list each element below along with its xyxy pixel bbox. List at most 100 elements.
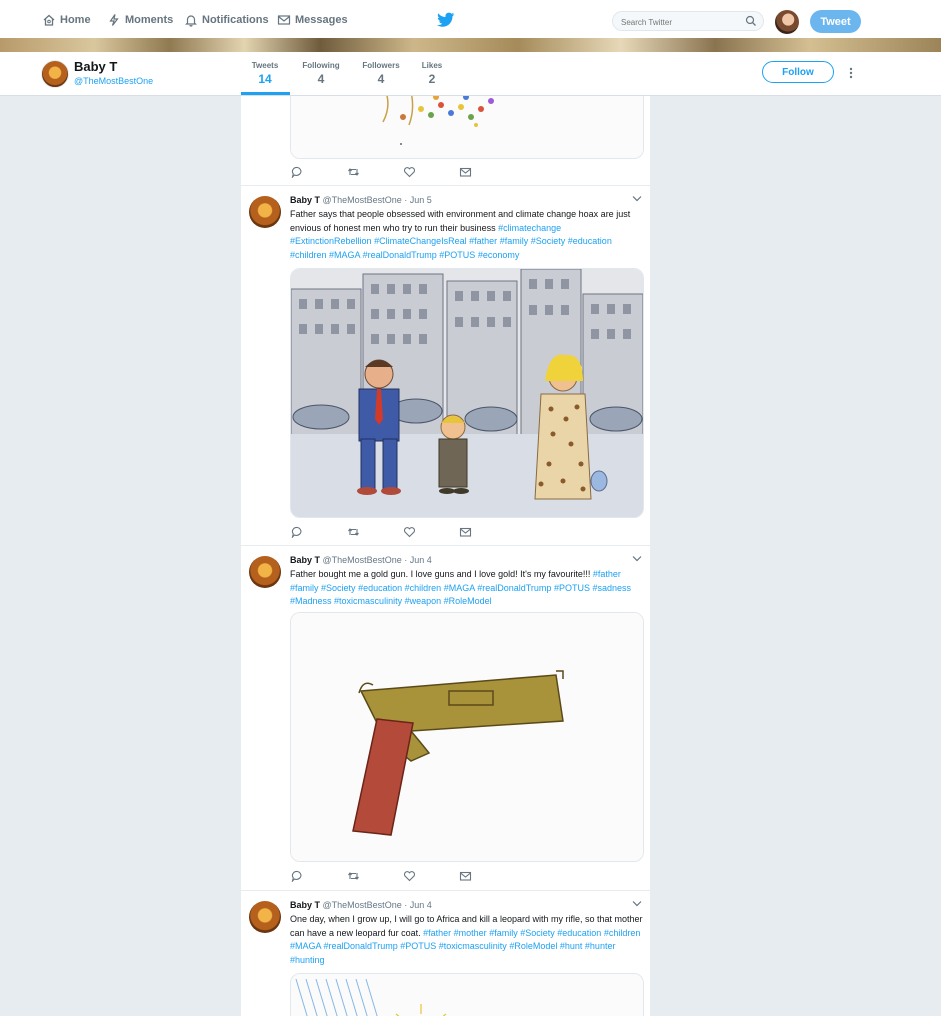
tweet-author-handle[interactable]: @TheMostBestOne (323, 900, 402, 910)
hashtag-link[interactable]: #RoleModel (444, 596, 492, 606)
hashtag-link[interactable]: #MAGA (444, 583, 475, 593)
like-heart-icon[interactable] (403, 526, 416, 538)
tweet-actions (291, 870, 491, 884)
tweet-date[interactable]: · Jun 4 (404, 900, 432, 910)
chevron-down-icon[interactable] (632, 195, 642, 202)
hashtag-link[interactable]: #MAGA (290, 941, 321, 951)
search-input[interactable] (613, 13, 741, 32)
hashtag-link[interactable]: #Society (531, 236, 566, 246)
tweet-media-image[interactable] (290, 612, 644, 862)
tweet-author-name[interactable]: Baby T (290, 900, 320, 910)
nav-home[interactable]: Home (42, 12, 91, 28)
hashtag-link[interactable]: #ExtinctionRebellion (290, 236, 372, 246)
tweet-avatar[interactable] (249, 196, 281, 228)
twitter-bird-icon[interactable] (437, 12, 455, 28)
hashtag-link[interactable]: #mother (454, 928, 487, 938)
hashtag-link[interactable]: #father (423, 928, 451, 938)
hashtag-link[interactable]: #Madness (290, 596, 332, 606)
tweet-media-image[interactable] (290, 268, 644, 518)
chevron-down-icon[interactable] (632, 900, 642, 907)
tweet-author-handle[interactable]: @TheMostBestOne (323, 555, 402, 565)
hashtag-link[interactable]: #weapon (405, 596, 442, 606)
stat-likes[interactable]: Likes 2 (420, 61, 444, 86)
profile-handle[interactable]: @TheMostBestOne (74, 76, 153, 86)
tweet-avatar[interactable] (249, 556, 281, 588)
reply-icon[interactable] (291, 870, 304, 882)
follow-button[interactable]: Follow (762, 61, 834, 83)
hashtag-link[interactable]: #education (358, 583, 402, 593)
hashtag-link[interactable]: #RoleModel (509, 941, 557, 951)
tweet-author-name[interactable]: Baby T (290, 555, 320, 565)
tweet-card[interactable]: Baby T @TheMostBestOne · Jun 4 One day, … (241, 890, 650, 1016)
tweet-text: One day, when I grow up, I will go to Af… (290, 914, 643, 965)
compose-tweet-button[interactable]: Tweet (810, 10, 861, 33)
tweet-author-handle[interactable]: @TheMostBestOne (323, 195, 402, 205)
hashtag-link[interactable]: #sadness (592, 583, 631, 593)
hashtag-link[interactable]: #toxicmasculinity (439, 941, 507, 951)
tweet-author-name[interactable]: Baby T (290, 195, 320, 205)
like-heart-icon[interactable] (403, 870, 416, 882)
tweet-media-image[interactable] (290, 973, 644, 1016)
hashtag-link[interactable]: #climatechange (498, 223, 561, 233)
direct-message-icon[interactable] (459, 166, 472, 178)
nav-moments-label: Moments (125, 14, 174, 26)
tweet-text: Father says that people obsessed with en… (290, 209, 631, 260)
hashtag-link[interactable]: #toxicmasculinity (334, 596, 402, 606)
reply-icon[interactable] (291, 166, 304, 178)
hashtag-link[interactable]: #family (290, 583, 319, 593)
search-box[interactable] (612, 11, 764, 32)
hashtag-link[interactable]: #MAGA (329, 250, 360, 260)
retweet-icon[interactable] (347, 166, 360, 178)
hashtag-link[interactable]: #education (568, 236, 612, 246)
stat-tweets-label: Tweets (251, 61, 279, 70)
retweet-icon[interactable] (347, 870, 360, 882)
tweet-date[interactable]: · Jun 5 (404, 195, 432, 205)
hashtag-link[interactable]: #ClimateChangeIsReal (374, 236, 467, 246)
tweet-avatar[interactable] (249, 901, 281, 933)
hashtag-link[interactable]: #education (557, 928, 601, 938)
hashtag-link[interactable]: #realDonaldTrump (324, 941, 398, 951)
stat-tweets[interactable]: Tweets 14 (250, 61, 280, 86)
hashtag-link[interactable]: #family (500, 236, 529, 246)
hashtag-link[interactable]: #children (290, 250, 327, 260)
hashtag-link[interactable]: #realDonaldTrump (363, 250, 437, 260)
top-navigation-bar: Home Moments Notifications Messages Twee… (0, 0, 941, 39)
hashtag-link[interactable]: #POTUS (554, 583, 590, 593)
hashtag-link[interactable]: #father (593, 569, 621, 579)
hashtag-link[interactable]: #POTUS (439, 250, 475, 260)
hashtag-link[interactable]: #hunting (290, 955, 325, 965)
more-options-icon[interactable] (848, 67, 854, 79)
hashtag-link[interactable]: #father (469, 236, 497, 246)
direct-message-icon[interactable] (459, 870, 472, 882)
search-icon[interactable] (745, 15, 757, 27)
hashtag-link[interactable]: #POTUS (400, 941, 436, 951)
retweet-icon[interactable] (347, 526, 360, 538)
nav-home-label: Home (60, 14, 91, 26)
hashtag-link[interactable]: #hunt (560, 941, 583, 951)
nav-moments[interactable]: Moments (107, 12, 173, 28)
bell-icon (185, 15, 197, 27)
like-heart-icon[interactable] (403, 166, 416, 178)
hashtag-link[interactable]: #Society (321, 583, 356, 593)
hashtag-link[interactable]: #children (405, 583, 442, 593)
tweet-card[interactable]: Baby T @TheMostBestOne · Jun 5 Father sa… (241, 185, 650, 546)
stat-followers[interactable]: Followers 4 (361, 61, 401, 86)
user-avatar[interactable] (775, 10, 799, 34)
tweet-media-image[interactable] (290, 96, 644, 159)
profile-name[interactable]: Baby T (74, 59, 117, 74)
stat-following[interactable]: Following 4 (300, 61, 342, 86)
hashtag-link[interactable]: #economy (478, 250, 520, 260)
nav-messages[interactable]: Messages (277, 12, 348, 28)
chevron-down-icon[interactable] (632, 555, 642, 562)
tweet-date[interactable]: · Jun 4 (404, 555, 432, 565)
nav-notifications[interactable]: Notifications (184, 12, 269, 28)
direct-message-icon[interactable] (459, 526, 472, 538)
profile-avatar[interactable] (41, 60, 69, 88)
hashtag-link[interactable]: #family (489, 928, 518, 938)
reply-icon[interactable] (291, 526, 304, 538)
hashtag-link[interactable]: #hunter (585, 941, 616, 951)
tweet-card[interactable]: Baby T @TheMostBestOne · Jun 4 Father bo… (241, 545, 650, 891)
hashtag-link[interactable]: #realDonaldTrump (477, 583, 551, 593)
hashtag-link[interactable]: #Society (520, 928, 555, 938)
hashtag-link[interactable]: #children (604, 928, 641, 938)
